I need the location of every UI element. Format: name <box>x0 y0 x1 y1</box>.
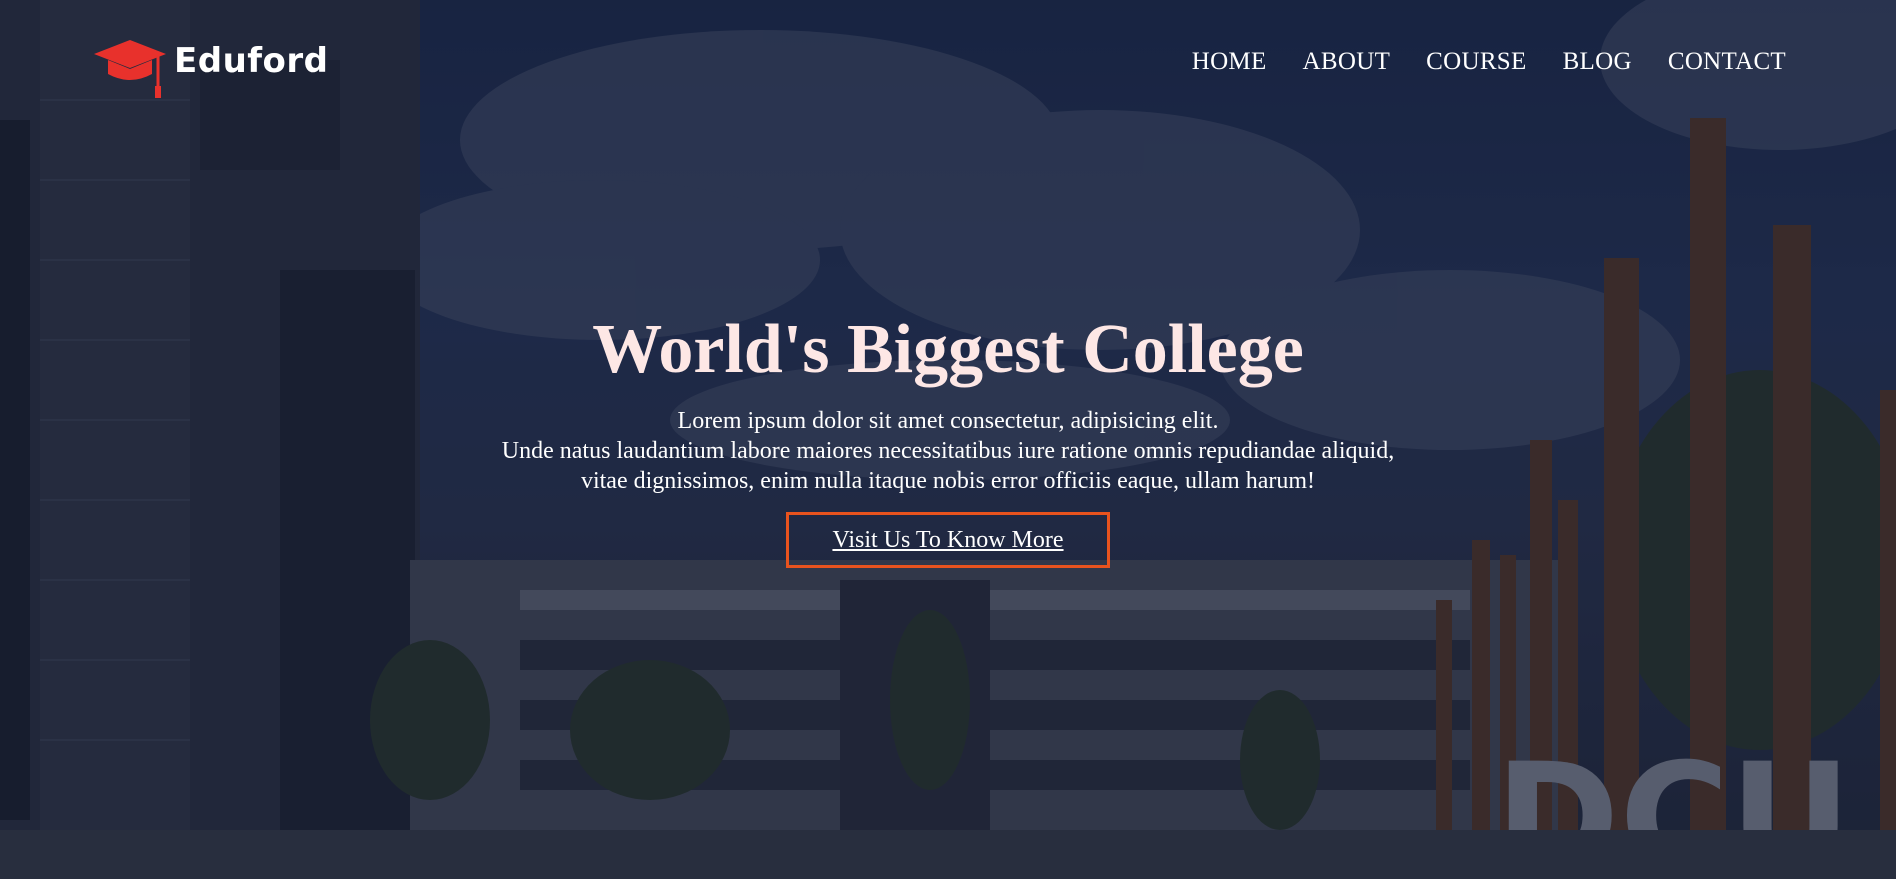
hero-section: DCU Eduford HOME ABOUT COURSE BLOG CONTA… <box>0 0 1896 879</box>
brand-logo[interactable]: Eduford <box>94 36 329 100</box>
nav-link-home[interactable]: HOME <box>1192 48 1267 75</box>
nav-link-blog[interactable]: BLOG <box>1563 48 1632 75</box>
nav-link-course[interactable]: COURSE <box>1426 48 1526 75</box>
nav-link-about[interactable]: ABOUT <box>1303 48 1391 75</box>
hero-description-line: Lorem ipsum dolor sit amet consectetur, … <box>677 408 1219 434</box>
menu-item-course: COURSE <box>1426 48 1526 76</box>
hero-title: World's Biggest College <box>592 311 1304 388</box>
hero-description: Lorem ipsum dolor sit amet consectetur, … <box>0 406 1896 496</box>
nav-link-contact[interactable]: CONTACT <box>1668 48 1786 75</box>
hero-content: World's Biggest College Lorem ipsum dolo… <box>0 306 1896 568</box>
navbar: Eduford HOME ABOUT COURSE BLOG CONTACT <box>0 0 1896 130</box>
visit-us-button[interactable]: Visit Us To Know More <box>786 512 1110 568</box>
graduation-cap-icon <box>94 40 166 98</box>
menu-item-home: HOME <box>1192 48 1267 76</box>
menu-item-blog: BLOG <box>1563 48 1632 76</box>
hero-description-line: vitae dignissimos, enim nulla itaque nob… <box>580 468 1316 494</box>
main-menu: HOME ABOUT COURSE BLOG CONTACT <box>1156 48 1786 76</box>
hero-description-line: Unde natus laudantium labore maiores nec… <box>501 438 1395 464</box>
brand-name: Eduford <box>174 41 329 81</box>
menu-item-contact: CONTACT <box>1668 48 1786 76</box>
menu-item-about: ABOUT <box>1303 48 1391 76</box>
